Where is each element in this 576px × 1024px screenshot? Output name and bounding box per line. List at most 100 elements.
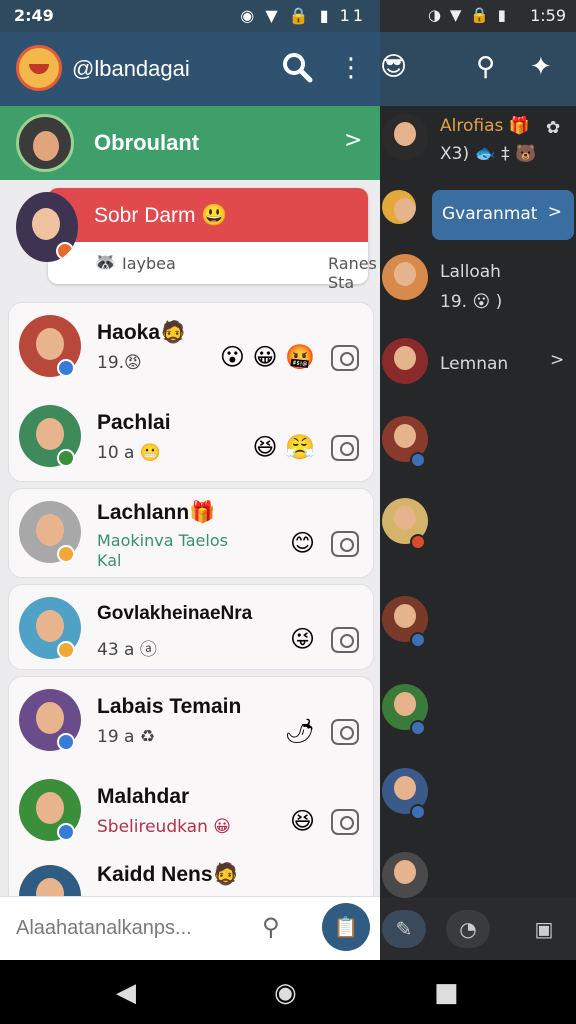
chat-name: GovlakheinaeNra [97, 603, 253, 624]
featured-contact-banner[interactable]: Obroulant > [0, 106, 380, 180]
avatar[interactable] [16, 192, 78, 262]
app-bar: @lbandagai ⋮ [0, 32, 380, 106]
chat-group-card: GovlakheinaeNra 43 a ⓐ 😜 [8, 584, 374, 670]
status-bar: 2:49 ◉ ▼ 🔒 ▮ 11 [0, 0, 380, 32]
system-nav-bar: ◀ ◉ ■ [0, 960, 576, 1024]
reaction-icons: 😆 😤 [252, 433, 315, 461]
search-input[interactable]: Alaahatanalkanps... [16, 917, 192, 940]
chat-row[interactable]: Labais Temain 19 a ♻ 🌶 [9, 677, 375, 767]
camera-icon[interactable] [331, 627, 359, 653]
back-icon[interactable]: ◀ [116, 978, 136, 1008]
status-badge [410, 720, 426, 736]
camera-icon[interactable] [331, 345, 359, 371]
reaction-icons: 😜 [289, 625, 315, 653]
status-badge [410, 452, 426, 468]
status-time: 2:49 [14, 6, 54, 25]
chat-preview: Maokinva Taelos Kal [97, 531, 228, 570]
puzzle-icon[interactable]: ✦ [530, 52, 552, 82]
active-chat-label: Gvaranmat [442, 204, 538, 224]
chat-preview: 19 a ♻ [97, 727, 156, 747]
search-icon[interactable] [280, 50, 314, 84]
camera-icon[interactable] [331, 435, 359, 461]
status-badge [410, 632, 426, 648]
chevron-right-icon: > [547, 202, 562, 222]
camera-icon[interactable] [331, 531, 359, 557]
chevron-right-icon: > [344, 128, 363, 153]
more-options-icon[interactable]: ⋮ [338, 52, 364, 86]
camera-icon[interactable] [331, 719, 359, 745]
account-handle[interactable]: @lbandagai [72, 56, 190, 82]
promo-card[interactable]: Sobr Darm 😃 🦝 Iaybea Ranes Sta [48, 188, 377, 292]
status-badge [57, 545, 75, 563]
avatar[interactable] [382, 190, 416, 224]
avatar[interactable] [382, 338, 428, 384]
background-bottom-bar: ✎ ◔ ▣ [380, 898, 576, 960]
status-badge [57, 449, 75, 467]
promo-footer-right: Ranes Sta [328, 254, 377, 292]
status-badge [57, 641, 75, 659]
search-icon[interactable]: ⚲ [476, 52, 495, 82]
chat-group-card: Lachlann🎁 Maokinva Taelos Kal 😊 [8, 488, 374, 578]
app-logo-avatar[interactable] [16, 45, 62, 91]
chat-row[interactable]: Malahdar Sbelireudkan 😀 😆 [9, 767, 375, 857]
chat-name: Labais Temain [97, 695, 242, 718]
status-icons: ◑ ▼ 🔒 ▮ [428, 6, 508, 24]
raccoon-icon: 🦝 [94, 252, 117, 273]
edit-icon[interactable]: ✎ [382, 910, 426, 948]
chat-preview: 19.😡 [97, 353, 142, 373]
chat-row[interactable]: GovlakheinaeNra 43 a ⓐ 😜 [9, 585, 375, 675]
timer-icon[interactable]: ◔ [446, 910, 490, 948]
background-chat-list: Alrofias 🎁 X3) 🐟 ‡ 🐻 ✿ Gvaranmat > Lallo… [380, 106, 576, 900]
chat-preview: 43 a ⓐ [97, 640, 157, 660]
reaction-icons: 😆 [289, 807, 315, 835]
status-time: 1:59 [530, 6, 566, 25]
chat-preview: 19. 😮 ) [440, 292, 503, 312]
avatar[interactable] [382, 852, 428, 898]
reaction-icons: 😊 [289, 529, 315, 557]
chat-row[interactable]: Pachlai 10 a 😬 😆 😤 [9, 393, 375, 483]
active-chat-item[interactable]: Gvaranmat > [432, 190, 574, 240]
chat-name: Alrofias 🎁 [440, 116, 530, 136]
status-badge [410, 804, 426, 820]
briefcase-icon[interactable]: ▣ [522, 910, 566, 948]
status-badge [410, 534, 426, 550]
promo-title: Sobr Darm 😃 [94, 204, 228, 227]
chat-name: Malahdar [97, 785, 190, 808]
chat-drawer: 2:49 ◉ ▼ 🔒 ▮ 11 @lbandagai ⋮ Obroulant >… [0, 0, 380, 960]
avatar[interactable] [382, 114, 428, 160]
profile-avatar-icon[interactable]: 😎 [380, 52, 407, 82]
chat-row[interactable]: Haoka🧔 19.😡 😮 😀 🤬 [9, 303, 375, 393]
background-header: 😎 ⚲ ✦ [380, 32, 576, 106]
message-compose-bar: Alaahatanalkanps... ⚲ 📋 [0, 896, 380, 960]
chevron-right-icon: > [550, 350, 565, 370]
reaction-icons: 🌶 [284, 717, 315, 745]
chat-name: Lemnan [440, 354, 509, 374]
status-bar-secondary: ◑ ▼ 🔒 ▮ 1:59 [380, 0, 576, 32]
chat-name: Pachlai [97, 411, 171, 434]
attach-icon[interactable]: ⚲ [262, 913, 280, 941]
banner-title: Obroulant [94, 130, 200, 155]
camera-icon[interactable] [331, 809, 359, 835]
home-icon[interactable]: ◉ [274, 978, 297, 1008]
reaction-icons: 😮 😀 🤬 [219, 343, 315, 371]
status-badge [57, 823, 75, 841]
status-badge [57, 359, 75, 377]
status-icons: ◉ ▼ 🔒 ▮ 11 [240, 6, 366, 25]
chat-preview: Sbelireudkan 😀 [97, 817, 231, 837]
avatar [16, 114, 74, 172]
chat-name: Kaidd Nens🧔 [97, 863, 239, 886]
chat-name: Lalloah [440, 262, 501, 282]
chat-row[interactable]: Lachlann🎁 Maokinva Taelos Kal 😊 [9, 489, 375, 579]
promo-footer-left: Iaybea [122, 254, 176, 273]
background-chat-pane: ◑ ▼ 🔒 ▮ 1:59 😎 ⚲ ✦ Alrofias 🎁 X3) 🐟 ‡ 🐻 … [380, 0, 576, 960]
recent-apps-icon[interactable]: ■ [434, 978, 459, 1008]
avatar[interactable] [382, 254, 428, 300]
status-badge [56, 242, 74, 260]
status-badge [57, 733, 75, 751]
chat-name: Lachlann🎁 [97, 501, 216, 524]
chat-name: Haoka🧔 [97, 321, 187, 344]
gear-icon[interactable]: ✿ [546, 118, 560, 138]
new-chat-button[interactable]: 📋 [322, 903, 370, 951]
chat-group-card: Haoka🧔 19.😡 😮 😀 🤬 Pachlai 10 a 😬 😆 😤 [8, 302, 374, 482]
chat-group-card: Labais Temain 19 a ♻ 🌶 Malahdar Sbelireu… [8, 676, 375, 907]
